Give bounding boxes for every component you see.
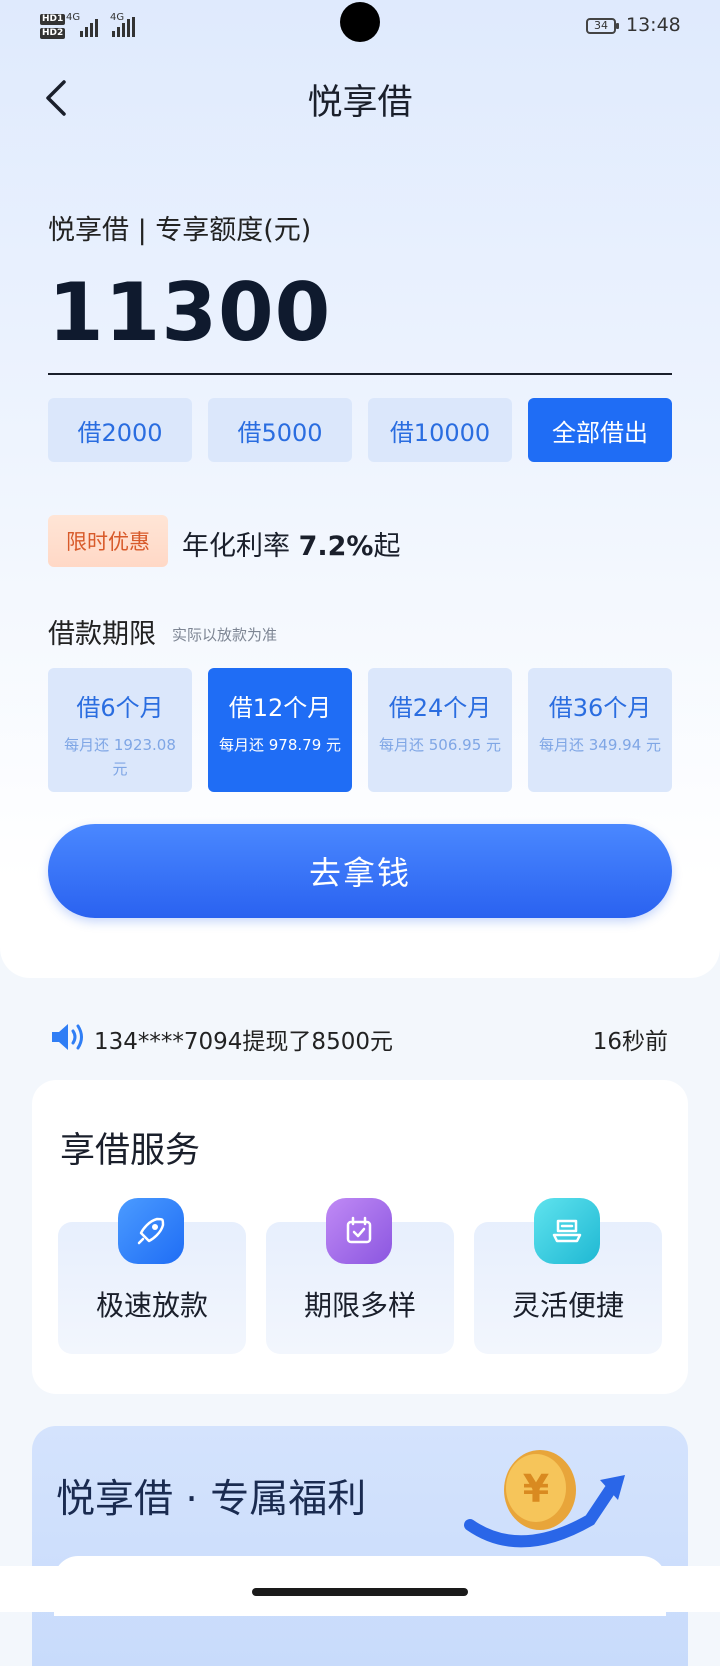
signal-icon xyxy=(80,17,98,37)
term-option-24[interactable]: 借24个月 每月还 506.95 元 xyxy=(368,668,512,792)
amount-option-all[interactable]: 全部借出 xyxy=(528,398,672,462)
amount-option-5000[interactable]: 借5000 xyxy=(208,398,352,462)
interest-rate-text: 年化利率 7.2%起 xyxy=(182,524,400,563)
term-monthly: 每月还 978.79 元 xyxy=(218,736,342,754)
term-monthly: 每月还 1923.08 元 xyxy=(64,736,176,778)
hd2-indicator: HD2 xyxy=(40,28,66,39)
page-title: 悦享借 xyxy=(307,83,413,123)
network-type-1: 4G xyxy=(66,12,81,23)
welfare-title: 悦享借 · 专属福利 xyxy=(56,1477,367,1522)
term-monthly: 每月还 349.94 元 xyxy=(538,736,662,754)
term-label: 借36个月 xyxy=(548,694,652,722)
calendar-icon xyxy=(326,1198,392,1264)
amount-options: 借2000 借5000 借10000 全部借出 xyxy=(48,398,672,462)
rate-suffix: 起 xyxy=(373,531,401,562)
camera-cutout xyxy=(340,2,380,42)
term-option-6[interactable]: 借6个月 每月还 1923.08 元 xyxy=(48,668,192,792)
status-bar: HD1 HD2 4G 4G 34 13:48 xyxy=(0,0,720,50)
get-money-button[interactable]: 去拿钱 xyxy=(48,824,672,918)
service-label: 极速放款 xyxy=(95,1289,208,1322)
rocket-icon xyxy=(118,1198,184,1264)
term-label: 借6个月 xyxy=(76,694,164,722)
signal-icon-2 xyxy=(112,17,135,37)
term-label: 借24个月 xyxy=(388,694,492,722)
amount-option-10000[interactable]: 借10000 xyxy=(368,398,512,462)
amount-option-2000[interactable]: 借2000 xyxy=(48,398,192,462)
coin-icon: ¥ xyxy=(464,1450,625,1548)
term-title: 借款期限 xyxy=(48,619,156,650)
ticker-text: 134****7094提现了8500元 xyxy=(94,1029,393,1055)
promo-badge: 限时优惠 xyxy=(48,515,168,567)
rate-prefix: 年化利率 xyxy=(182,531,299,562)
ticker-time: 16秒前 xyxy=(592,1029,668,1055)
coin-symbol: ¥ xyxy=(523,1467,549,1511)
rate-value: 7.2% xyxy=(298,531,374,562)
hd1-indicator: HD1 xyxy=(40,14,66,25)
home-indicator[interactable] xyxy=(252,1588,468,1596)
clock: 13:48 xyxy=(626,14,681,36)
term-option-12[interactable]: 借12个月 每月还 978.79 元 xyxy=(208,668,352,792)
services-title: 享借服务 xyxy=(60,1131,201,1171)
term-option-36[interactable]: 借36个月 每月还 349.94 元 xyxy=(528,668,672,792)
quota-label: 悦享借 | 专享额度(元) xyxy=(48,215,312,246)
term-options: 借6个月 每月还 1923.08 元 借12个月 每月还 978.79 元 借2… xyxy=(48,668,672,792)
term-label: 借12个月 xyxy=(228,694,332,722)
service-label: 期限多样 xyxy=(303,1289,416,1322)
speaker-icon xyxy=(52,1024,83,1050)
amount-underline xyxy=(48,373,672,375)
service-label: 灵活便捷 xyxy=(511,1289,624,1322)
term-note: 实际以放款为准 xyxy=(172,626,278,644)
amount-input[interactable]: 11300 xyxy=(48,266,331,359)
term-monthly: 每月还 506.95 元 xyxy=(378,736,502,754)
tray-icon xyxy=(534,1198,600,1264)
battery-icon: 34 xyxy=(586,18,619,34)
